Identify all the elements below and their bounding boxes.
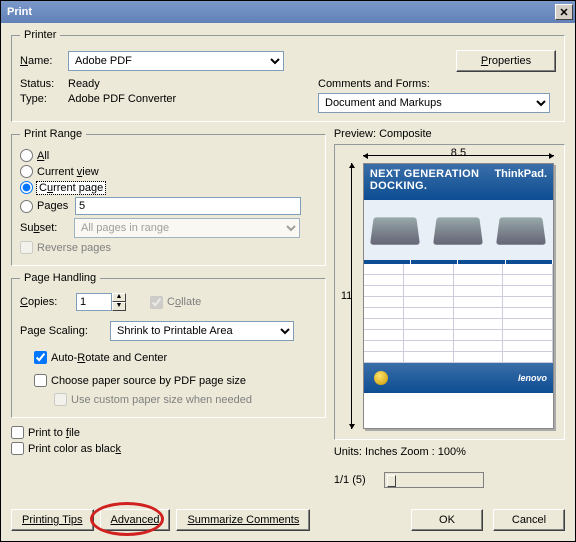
- radio-pages[interactable]: [20, 200, 33, 213]
- range-legend: Print Range: [20, 128, 86, 140]
- close-button[interactable]: ✕: [555, 4, 573, 20]
- collate-check: [150, 296, 163, 309]
- auto-rotate-label: Auto-Rotate and Center: [51, 352, 167, 364]
- page-scaling-select[interactable]: Shrink to Printable Area: [110, 321, 294, 341]
- type-label: Type:: [20, 93, 68, 105]
- choose-source-label: Choose paper source by PDF page size: [51, 375, 246, 387]
- doc-title: NEXT GENERATION DOCKING.: [370, 168, 495, 192]
- footer: Printing Tips Advanced Summarize Comment…: [11, 509, 565, 531]
- arrow-v-icon: [351, 163, 352, 429]
- comments-select[interactable]: Document and Markups: [318, 93, 550, 113]
- printer-name-select[interactable]: Adobe PDF: [68, 51, 284, 71]
- bulb-icon: [374, 371, 388, 385]
- print-dialog: Print ✕ Printer Name: Adobe PDF Properti…: [0, 0, 576, 542]
- subset-label: Subset:: [20, 222, 74, 234]
- preview-label: Preview: Composite: [334, 128, 565, 140]
- preview-box: 8.5 11 NEXT GENERATION DOCKING. ThinkPad…: [334, 144, 565, 440]
- printing-tips-button[interactable]: Printing Tips: [11, 509, 94, 531]
- thinkpad-logo: ThinkPad.: [494, 168, 547, 180]
- cancel-button[interactable]: Cancel: [493, 509, 565, 531]
- reverse-pages-label: Reverse pages: [37, 242, 111, 254]
- copies-label: Copies:: [20, 296, 76, 308]
- comments-label: Comments and Forms:: [318, 78, 556, 90]
- reverse-pages-check: [20, 241, 33, 254]
- copies-spinner[interactable]: ▲▼: [76, 293, 126, 311]
- window-title: Print: [7, 6, 32, 18]
- scaling-label: Page Scaling:: [20, 325, 110, 337]
- print-range-group: Print Range All Current view Current pag…: [11, 128, 326, 266]
- radio-pages-label: Pages: [37, 200, 75, 212]
- spin-up-icon[interactable]: ▲: [112, 293, 126, 302]
- copies-input[interactable]: [76, 293, 112, 311]
- choose-source-check[interactable]: [34, 374, 47, 387]
- ok-button[interactable]: OK: [411, 509, 483, 531]
- custom-paper-label: Use custom paper size when needed: [71, 394, 252, 406]
- custom-paper-check: [54, 393, 67, 406]
- close-icon: ✕: [559, 6, 568, 19]
- preview-page: NEXT GENERATION DOCKING. ThinkPad.: [363, 163, 554, 429]
- pages-input[interactable]: [75, 197, 301, 215]
- page-info: 1/1 (5): [334, 474, 366, 486]
- summarize-comments-button[interactable]: Summarize Comments: [176, 509, 310, 531]
- print-color-black-label: Print color as black: [28, 443, 121, 455]
- printer-legend: Printer: [20, 29, 60, 41]
- spin-down-icon[interactable]: ▼: [112, 302, 126, 311]
- name-label: Name:: [20, 55, 68, 67]
- radio-current-view-label: Current view: [37, 166, 99, 178]
- radio-current-view[interactable]: [20, 165, 33, 178]
- status-value: Ready: [68, 78, 100, 90]
- radio-current-page-label: Current page: [37, 182, 105, 194]
- printer-group: Printer Name: Adobe PDF Properties Statu…: [11, 29, 565, 122]
- page-slider[interactable]: [384, 472, 484, 488]
- radio-all[interactable]: [20, 149, 33, 162]
- units-zoom: Units: Inches Zoom : 100%: [334, 446, 565, 458]
- advanced-button[interactable]: Advanced: [100, 509, 171, 531]
- arrow-h-icon: [363, 155, 554, 156]
- type-value: Adobe PDF Converter: [68, 93, 176, 105]
- handling-legend: Page Handling: [20, 272, 100, 284]
- print-to-file-check[interactable]: [11, 426, 24, 439]
- collate-label: Collate: [167, 296, 201, 308]
- page-handling-group: Page Handling Copies: ▲▼ Collate Page Sc…: [11, 272, 326, 418]
- radio-current-page[interactable]: [20, 181, 33, 194]
- titlebar: Print ✕: [1, 1, 575, 23]
- print-color-black-check[interactable]: [11, 442, 24, 455]
- auto-rotate-check[interactable]: [34, 351, 47, 364]
- print-to-file-label: Print to file: [28, 427, 80, 439]
- lenovo-logo: lenovo: [518, 373, 547, 383]
- radio-all-label: All: [37, 150, 49, 162]
- properties-button[interactable]: Properties: [456, 50, 556, 72]
- status-label: Status:: [20, 78, 68, 90]
- preview-width: 8.5: [363, 147, 554, 159]
- subset-select: All pages in range: [74, 218, 300, 238]
